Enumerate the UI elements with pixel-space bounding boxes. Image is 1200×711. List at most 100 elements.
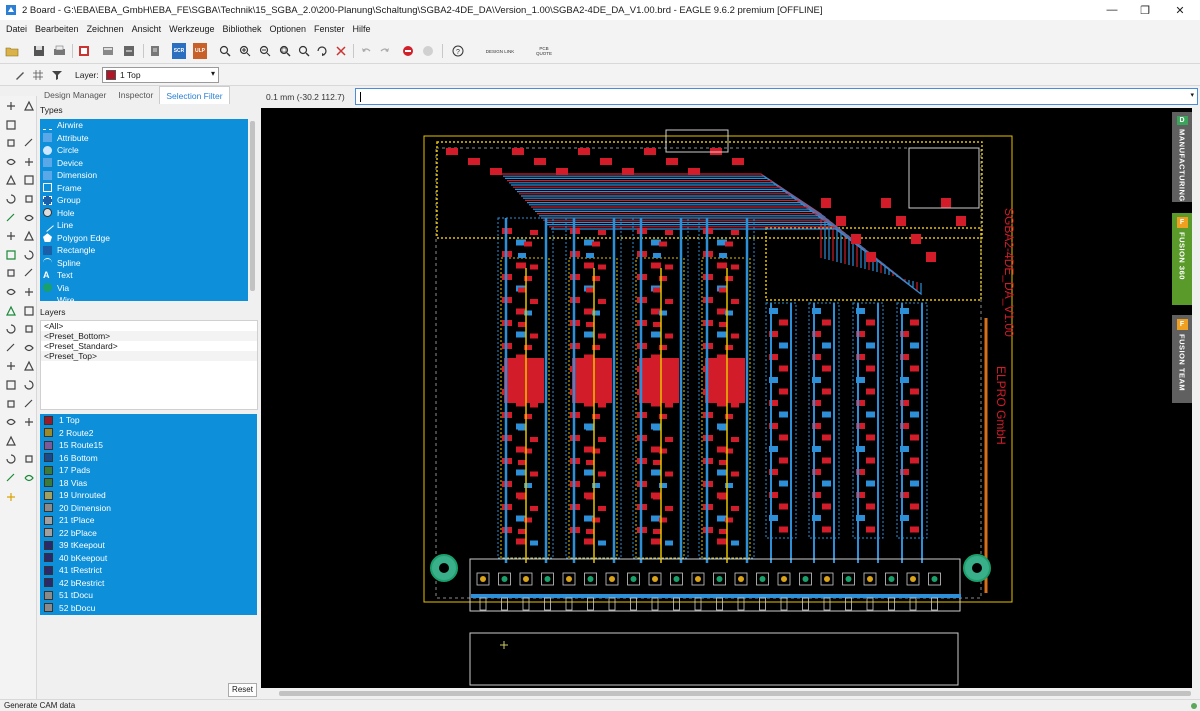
layer-item[interactable]: 52 bDocu <box>40 602 257 615</box>
zoom-out-icon[interactable] <box>257 43 273 59</box>
dimension-tool-icon[interactable] <box>4 452 18 466</box>
slice-icon[interactable] <box>4 229 18 243</box>
type-item-dimension[interactable]: Dimension <box>40 169 248 182</box>
ulp-button[interactable]: ULP <box>193 43 207 59</box>
ratsnest-icon[interactable] <box>333 43 349 59</box>
measure-icon[interactable] <box>22 452 36 466</box>
erc-icon[interactable] <box>4 471 18 485</box>
library-icon[interactable] <box>147 43 163 59</box>
smash-icon[interactable] <box>22 322 36 336</box>
type-item-spline[interactable]: Spline <box>40 257 248 270</box>
horizontal-scroll-thumb[interactable] <box>279 691 1191 696</box>
zoom-in-icon[interactable] <box>237 43 253 59</box>
cam-icon[interactable] <box>76 43 92 59</box>
tab-inspector[interactable]: Inspector <box>112 86 159 104</box>
types-scroll-thumb[interactable] <box>250 121 255 291</box>
fusion-team-tab[interactable]: F FUSION TEAM <box>1172 315 1192 403</box>
save-icon[interactable] <box>31 43 47 59</box>
paste-icon[interactable] <box>22 173 36 187</box>
value-icon[interactable] <box>22 341 36 355</box>
type-item-rectangle[interactable]: Rectangle <box>40 244 248 257</box>
preset-item[interactable]: <Preset_Top> <box>41 351 257 361</box>
layer-item[interactable]: 51 tDocu <box>40 589 257 602</box>
move-icon[interactable] <box>4 136 18 150</box>
text-tool-icon[interactable] <box>22 266 36 280</box>
arc-icon[interactable] <box>22 397 36 411</box>
pen-icon[interactable] <box>12 67 28 83</box>
type-item-frame[interactable]: Frame <box>40 182 248 195</box>
type-item-attribute[interactable]: Attribute <box>40 132 248 145</box>
copy-icon[interactable] <box>4 173 18 187</box>
type-item-hole[interactable]: Hole <box>40 207 248 220</box>
mirror-icon[interactable] <box>22 136 36 150</box>
layer-item[interactable]: 15 Route15 <box>40 439 257 452</box>
open-folder-icon[interactable] <box>4 43 20 59</box>
hole-tool-icon[interactable] <box>22 248 36 262</box>
board-canvas[interactable]: SGBA2-4DE_DA_V1.00 ELPRO GmbH <box>261 108 1192 688</box>
layer-item[interactable]: 41 tRestrict <box>40 564 257 577</box>
rotate-icon[interactable] <box>4 155 18 169</box>
script-button[interactable]: SCR <box>172 43 186 59</box>
fusion360-tab[interactable]: F FUSION 360 <box>1172 213 1192 305</box>
group-tool-icon[interactable] <box>4 378 18 392</box>
type-item-circle[interactable]: Circle <box>40 144 248 157</box>
menu-ansicht[interactable]: Ansicht <box>128 20 166 38</box>
type-item-airwire[interactable]: Airwire <box>40 119 248 132</box>
rect-tool-icon[interactable] <box>22 415 36 429</box>
menu-datei[interactable]: Datei <box>2 20 31 38</box>
menu-hilfe[interactable]: Hilfe <box>349 20 375 38</box>
tab-design-manager[interactable]: Design Manager <box>38 86 112 104</box>
maximize-button[interactable]: ❐ <box>1125 0 1165 20</box>
warning-icon[interactable] <box>4 490 18 504</box>
preset-item[interactable]: <Preset_Bottom> <box>41 331 257 341</box>
board-icon[interactable] <box>100 43 116 59</box>
reset-button[interactable]: Reset <box>228 683 257 697</box>
undo-icon[interactable] <box>358 43 374 59</box>
layer-item[interactable]: 19 Unrouted <box>40 489 257 502</box>
via-tool-icon[interactable] <box>4 248 18 262</box>
print-icon[interactable] <box>51 43 67 59</box>
layer-select[interactable]: 1 Top ▾ <box>102 67 219 83</box>
circle-tool-icon[interactable] <box>4 415 18 429</box>
meander-icon[interactable] <box>4 304 18 318</box>
line-tool-icon[interactable] <box>4 397 18 411</box>
layer-item[interactable]: 40 bKeepout <box>40 552 257 565</box>
menu-optionen[interactable]: Optionen <box>266 20 311 38</box>
help-icon[interactable]: ? <box>450 43 466 59</box>
preset-item[interactable]: <All> <box>41 321 257 331</box>
type-item-wire[interactable]: Wire <box>40 294 248 301</box>
attribute-tool-icon[interactable] <box>22 359 36 373</box>
info-icon[interactable] <box>4 99 18 113</box>
split-icon[interactable] <box>4 285 18 299</box>
horizontal-scrollbar[interactable] <box>261 688 1192 699</box>
type-item-text[interactable]: A Text <box>40 269 248 282</box>
grid-icon[interactable] <box>30 67 46 83</box>
menu-werkzeuge[interactable]: Werkzeuge <box>165 20 218 38</box>
menu-fenster[interactable]: Fenster <box>310 20 349 38</box>
go-icon[interactable] <box>420 43 436 59</box>
types-scrollbar[interactable] <box>248 119 257 301</box>
name-icon[interactable] <box>4 341 18 355</box>
menu-bearbeiten[interactable]: Bearbeiten <box>31 20 83 38</box>
show-icon[interactable] <box>22 99 36 113</box>
zoom-fit-icon[interactable] <box>217 43 233 59</box>
layer-item[interactable]: 21 tPlace <box>40 514 257 527</box>
preset-item[interactable]: <Preset_Standard> <box>41 341 257 351</box>
properties-icon[interactable] <box>22 192 36 206</box>
type-item-group[interactable]: Group <box>40 194 248 207</box>
ripup-icon[interactable] <box>22 211 36 225</box>
type-item-via[interactable]: Via <box>40 282 248 295</box>
select-icon[interactable] <box>4 118 18 132</box>
signal-icon[interactable] <box>22 285 36 299</box>
type-item-device[interactable]: Device <box>40 157 248 170</box>
layer-item[interactable]: 18 Vias <box>40 477 257 490</box>
miter-icon[interactable] <box>22 229 36 243</box>
layer-item[interactable]: 39 tKeepout <box>40 539 257 552</box>
redraw-icon[interactable] <box>314 43 330 59</box>
layer-item[interactable]: 22 bPlace <box>40 527 257 540</box>
layer-item[interactable]: 2 Route2 <box>40 427 257 440</box>
redo-icon[interactable] <box>377 43 393 59</box>
drc-icon[interactable] <box>22 471 36 485</box>
filter-icon[interactable] <box>49 67 65 83</box>
command-input[interactable]: ▾ <box>355 88 1198 105</box>
